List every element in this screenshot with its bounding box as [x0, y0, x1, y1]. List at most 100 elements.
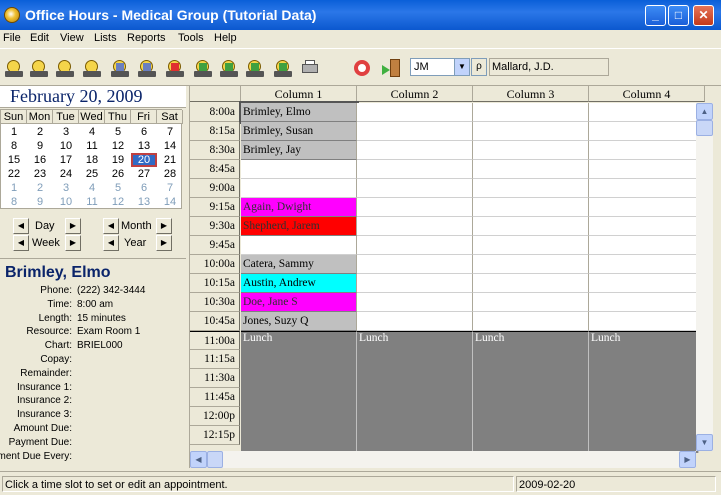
calendar-day[interactable]: 14 [157, 139, 183, 153]
lunch-block[interactable]: Lunch [589, 331, 699, 453]
calendar-day[interactable]: 5 [105, 125, 131, 139]
calendar-day[interactable]: 4 [79, 181, 105, 195]
appointment-slot[interactable]: Shepherd, Jarem [241, 217, 357, 236]
menu-edit[interactable]: Edit [30, 32, 49, 44]
menu-reports[interactable]: Reports [127, 32, 166, 44]
calendar-day[interactable]: 11 [79, 139, 105, 153]
calendar-day[interactable]: 9 [27, 139, 53, 153]
hscroll-thumb[interactable] [207, 451, 223, 468]
medical-kit-icon[interactable] [165, 58, 185, 78]
empty-time-slot[interactable] [357, 293, 473, 312]
alarm-clock-icon[interactable] [4, 58, 24, 78]
next-month-button[interactable]: ▶ [156, 218, 172, 234]
people-icon[interactable] [137, 58, 157, 78]
calendar-day[interactable]: 7 [157, 125, 183, 139]
appointment-slot[interactable]: Again, Dwight [241, 198, 357, 217]
app-clock-icon[interactable] [4, 7, 20, 23]
alarm-clock-icon[interactable] [82, 58, 102, 78]
empty-time-slot[interactable] [589, 312, 705, 331]
calendar-day[interactable]: 13 [131, 195, 157, 209]
transfer-icon[interactable] [193, 58, 213, 78]
empty-time-slot[interactable] [589, 103, 705, 122]
empty-time-slot[interactable] [589, 141, 705, 160]
calendar-day[interactable]: 13 [131, 139, 157, 153]
empty-time-slot[interactable] [473, 122, 589, 141]
empty-time-slot[interactable] [589, 293, 705, 312]
scroll-thumb[interactable] [696, 120, 713, 136]
calendar-day[interactable]: 14 [157, 195, 183, 209]
calendar-day[interactable]: 26 [105, 167, 131, 181]
find-provider-button[interactable]: ρ [471, 58, 487, 76]
empty-time-slot[interactable] [589, 198, 705, 217]
calendar-day[interactable]: 16 [27, 153, 53, 167]
maximize-button[interactable]: □ [668, 5, 689, 26]
vertical-scrollbar[interactable]: ▲ ▼ [696, 103, 713, 451]
empty-time-slot[interactable] [589, 122, 705, 141]
calendar-day[interactable]: 15 [1, 153, 27, 167]
chevron-down-icon[interactable]: ▼ [454, 59, 469, 75]
calendar-day[interactable]: 25 [79, 167, 105, 181]
appointment-slot[interactable]: Catera, Sammy [241, 255, 357, 274]
appointment-slot[interactable]: Austin, Andrew [241, 274, 357, 293]
exit-door-icon[interactable] [381, 58, 401, 78]
scroll-right-button[interactable]: ▶ [679, 451, 696, 468]
empty-time-slot[interactable] [357, 198, 473, 217]
empty-time-slot[interactable] [241, 179, 357, 198]
empty-time-slot[interactable] [589, 274, 705, 293]
calendar-day[interactable]: 3 [53, 125, 79, 139]
calendar-day[interactable]: 2 [27, 181, 53, 195]
lunch-block[interactable]: Lunch [241, 331, 357, 453]
empty-time-slot[interactable] [241, 160, 357, 179]
calendar-day[interactable]: 9 [27, 195, 53, 209]
empty-time-slot[interactable] [357, 274, 473, 293]
empty-time-slot[interactable] [357, 217, 473, 236]
scroll-up-button[interactable]: ▲ [696, 103, 713, 120]
empty-time-slot[interactable] [357, 179, 473, 198]
horizontal-scrollbar[interactable]: ◀ ▶ [190, 451, 696, 468]
next-day-button[interactable]: ▶ [65, 218, 81, 234]
prev-month-button[interactable]: ◀ [103, 218, 119, 234]
empty-time-slot[interactable] [473, 312, 589, 331]
empty-time-slot[interactable] [473, 274, 589, 293]
calendar-day[interactable]: 1 [1, 125, 27, 139]
scroll-left-button[interactable]: ◀ [190, 451, 207, 468]
transfer-icon[interactable] [219, 58, 239, 78]
empty-time-slot[interactable] [241, 236, 357, 255]
empty-time-slot[interactable] [357, 122, 473, 141]
alarm-clock-icon[interactable] [55, 58, 75, 78]
calendar-day[interactable]: 17 [53, 153, 79, 167]
empty-time-slot[interactable] [473, 198, 589, 217]
appointment-slot[interactable]: Brimley, Elmo [239, 101, 359, 124]
calendar-day[interactable]: 21 [157, 153, 183, 167]
empty-time-slot[interactable] [589, 179, 705, 198]
empty-time-slot[interactable] [589, 236, 705, 255]
next-year-button[interactable]: ▶ [156, 235, 172, 251]
calendar-day-selected[interactable]: 20 [131, 153, 157, 167]
calendar-day[interactable]: 12 [105, 139, 131, 153]
calendar-day[interactable]: 12 [105, 195, 131, 209]
empty-time-slot[interactable] [473, 160, 589, 179]
empty-time-slot[interactable] [357, 312, 473, 331]
calendar-day[interactable]: 23 [27, 167, 53, 181]
prev-day-button[interactable]: ◀ [13, 218, 29, 234]
column-header[interactable]: Column 4 [589, 86, 705, 102]
calendar-day[interactable]: 19 [105, 153, 131, 167]
empty-time-slot[interactable] [357, 103, 473, 122]
empty-time-slot[interactable] [589, 217, 705, 236]
column-header[interactable]: Column 1 [241, 86, 357, 102]
empty-time-slot[interactable] [473, 236, 589, 255]
calendar-day[interactable]: 27 [131, 167, 157, 181]
menu-file[interactable]: File [3, 32, 21, 44]
help-icon[interactable] [352, 58, 372, 78]
people-icon[interactable] [110, 58, 130, 78]
empty-time-slot[interactable] [357, 160, 473, 179]
calendar-day[interactable]: 2 [27, 125, 53, 139]
calendar-day[interactable]: 3 [53, 181, 79, 195]
appointment-slot[interactable]: Brimley, Susan [241, 122, 357, 141]
empty-time-slot[interactable] [473, 103, 589, 122]
empty-time-slot[interactable] [357, 236, 473, 255]
empty-time-slot[interactable] [473, 293, 589, 312]
user-select[interactable]: JM ▼ [410, 58, 470, 76]
calendar-day[interactable]: 28 [157, 167, 183, 181]
column-header[interactable]: Column 3 [473, 86, 589, 102]
